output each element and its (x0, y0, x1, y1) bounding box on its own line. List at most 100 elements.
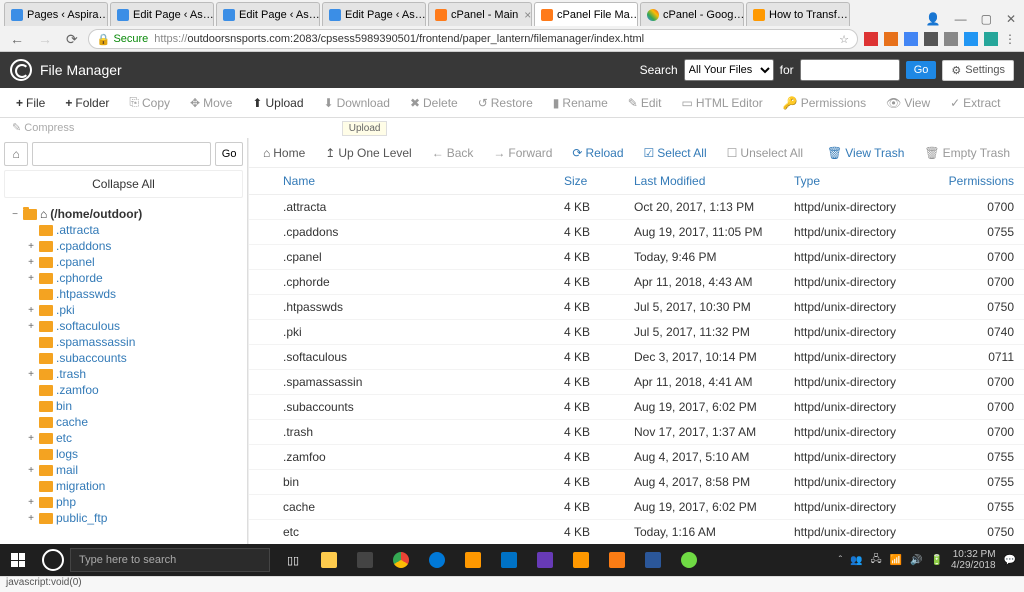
table-row[interactable]: .softaculous4 KBDec 3, 2017, 10:14 PMhtt… (249, 345, 1024, 370)
col-permissions[interactable]: Permissions (934, 174, 1014, 188)
col-size[interactable]: Size (564, 174, 634, 188)
table-row[interactable]: bin4 KBAug 4, 2017, 8:58 PMhttpd/unix-di… (249, 470, 1024, 495)
app-icon[interactable] (456, 544, 490, 576)
browser-tab[interactable]: How to Transf…× (746, 2, 850, 26)
collapse-all-button[interactable]: Collapse All (4, 170, 243, 198)
browser-tab[interactable]: cPanel - Goog…× (640, 2, 744, 26)
maximize-icon[interactable]: ▢ (981, 12, 992, 26)
tree-item[interactable]: +mail (10, 462, 247, 478)
ext-icon[interactable] (964, 32, 978, 46)
close-icon[interactable]: ✕ (1006, 12, 1016, 26)
file-button[interactable]: +File (6, 96, 55, 110)
ext-icon[interactable] (944, 32, 958, 46)
minimize-icon[interactable]: — (955, 12, 967, 26)
tree-item[interactable]: .subaccounts (10, 350, 247, 366)
tree-item[interactable]: +.cpaddons (10, 238, 247, 254)
delete-button[interactable]: ✖Delete (400, 96, 468, 110)
search-scope-select[interactable]: All Your Files (684, 59, 774, 81)
tree-item[interactable]: .zamfoo (10, 382, 247, 398)
ext-icon[interactable] (984, 32, 998, 46)
reload-icon[interactable]: ⟳ (62, 31, 82, 48)
unselect-all-button[interactable]: ☐Unselect All (717, 146, 813, 160)
tree-item[interactable]: +.softaculous (10, 318, 247, 334)
table-row[interactable]: .trash4 KBNov 17, 2017, 1:37 AMhttpd/uni… (249, 420, 1024, 445)
table-row[interactable]: .zamfoo4 KBAug 4, 2017, 5:10 AMhttpd/uni… (249, 445, 1024, 470)
taskbar-search[interactable]: Type here to search (70, 548, 270, 572)
tree-item[interactable]: bin (10, 398, 247, 414)
task-view-icon[interactable]: ▯▯ (276, 544, 310, 576)
move-button[interactable]: ✥Move (180, 96, 242, 110)
browser-tab[interactable]: Pages ‹ Aspira…× (4, 2, 108, 26)
copy-button[interactable]: ⎘Copy (119, 95, 180, 110)
table-row[interactable]: .subaccounts4 KBAug 19, 2017, 6:02 PMhtt… (249, 395, 1024, 420)
select-all-button[interactable]: ☑Select All (634, 146, 717, 160)
browser-tab[interactable]: cPanel - Main× (428, 2, 532, 26)
col-modified[interactable]: Last Modified (634, 174, 794, 188)
browser-tab[interactable]: Edit Page ‹ As…× (110, 2, 214, 26)
edge-icon[interactable] (420, 544, 454, 576)
user-icon[interactable]: 👤 (926, 12, 941, 26)
col-name[interactable]: Name (283, 174, 564, 188)
up-level-button[interactable]: ↥Up One Level (315, 146, 421, 160)
table-row[interactable]: .htpasswds4 KBJul 5, 2017, 10:30 PMhttpd… (249, 295, 1024, 320)
ext-icon[interactable] (904, 32, 918, 46)
col-type[interactable]: Type (794, 174, 934, 188)
chrome-icon[interactable] (384, 544, 418, 576)
browser-tab[interactable]: Edit Page ‹ As…× (322, 2, 426, 26)
expand-icon[interactable]: + (26, 465, 36, 476)
expand-icon[interactable]: + (26, 513, 36, 524)
search-input[interactable] (800, 59, 900, 81)
tree-item[interactable]: +public_ftp (10, 510, 247, 526)
expand-icon[interactable]: + (26, 497, 36, 508)
tree-item[interactable]: cache (10, 414, 247, 430)
network-icon[interactable]: 🖧 (871, 552, 882, 569)
collapse-icon[interactable]: − (10, 209, 20, 220)
table-row[interactable]: .pki4 KBJul 5, 2017, 11:32 PMhttpd/unix-… (249, 320, 1024, 345)
search-go-button[interactable]: Go (906, 61, 937, 79)
permissions-button[interactable]: 🔑Permissions (773, 96, 876, 110)
home-nav-button[interactable]: ⌂Home (253, 146, 315, 160)
outlook-icon[interactable] (492, 544, 526, 576)
ext-icon[interactable] (884, 32, 898, 46)
word-icon[interactable] (636, 544, 670, 576)
tree-item[interactable]: .spamassassin (10, 334, 247, 350)
explorer-icon[interactable] (312, 544, 346, 576)
tree-item[interactable]: +.pki (10, 302, 247, 318)
home-button[interactable]: ⌂ (4, 142, 28, 166)
wifi-icon[interactable]: 📶 (890, 555, 902, 566)
volume-icon[interactable]: 🔊 (910, 555, 922, 566)
table-row[interactable]: .cpanel4 KBToday, 9:46 PMhttpd/unix-dire… (249, 245, 1024, 270)
back-icon[interactable]: ← (6, 31, 28, 47)
table-row[interactable]: .attracta4 KBOct 20, 2017, 1:13 PMhttpd/… (249, 195, 1024, 220)
expand-icon[interactable]: + (26, 433, 36, 444)
view-trash-button[interactable]: 🗑View Trash (817, 146, 914, 160)
cortana-icon[interactable] (42, 549, 64, 571)
app-icon[interactable] (528, 544, 562, 576)
forward-nav-button[interactable]: →Forward (483, 146, 562, 160)
expand-icon[interactable]: + (26, 273, 36, 284)
browser-tab[interactable]: cPanel File Ma…× (534, 2, 638, 26)
compress-button[interactable]: ✎ Compress (6, 122, 80, 134)
clock[interactable]: 10:32 PM 4/29/2018 (951, 549, 996, 571)
tray-chevron-icon[interactable]: ˆ (839, 555, 842, 566)
expand-icon[interactable]: + (26, 305, 36, 316)
tree-item[interactable]: +.trash (10, 366, 247, 382)
battery-icon[interactable]: 🔋 (931, 555, 943, 566)
ext-icon[interactable] (864, 32, 878, 46)
download-button[interactable]: ⬇Download (314, 96, 400, 110)
notifications-icon[interactable]: 💬 (1004, 555, 1016, 566)
extract-button[interactable]: ✓Extract (940, 96, 1010, 110)
expand-icon[interactable]: + (26, 241, 36, 252)
view-button[interactable]: 👁View (876, 96, 940, 110)
table-row[interactable]: cache4 KBAug 19, 2017, 6:02 PMhttpd/unix… (249, 495, 1024, 520)
tree-item[interactable]: .htpasswds (10, 286, 247, 302)
tree-item[interactable]: .attracta (10, 222, 247, 238)
start-button[interactable] (0, 544, 36, 576)
ext-icon[interactable] (924, 32, 938, 46)
sublime-icon[interactable] (564, 544, 598, 576)
table-row[interactable]: etc4 KBToday, 1:16 AMhttpd/unix-director… (249, 520, 1024, 545)
xampp-icon[interactable] (600, 544, 634, 576)
store-icon[interactable] (348, 544, 382, 576)
tree-item[interactable]: +php (10, 494, 247, 510)
upwork-icon[interactable] (672, 544, 706, 576)
